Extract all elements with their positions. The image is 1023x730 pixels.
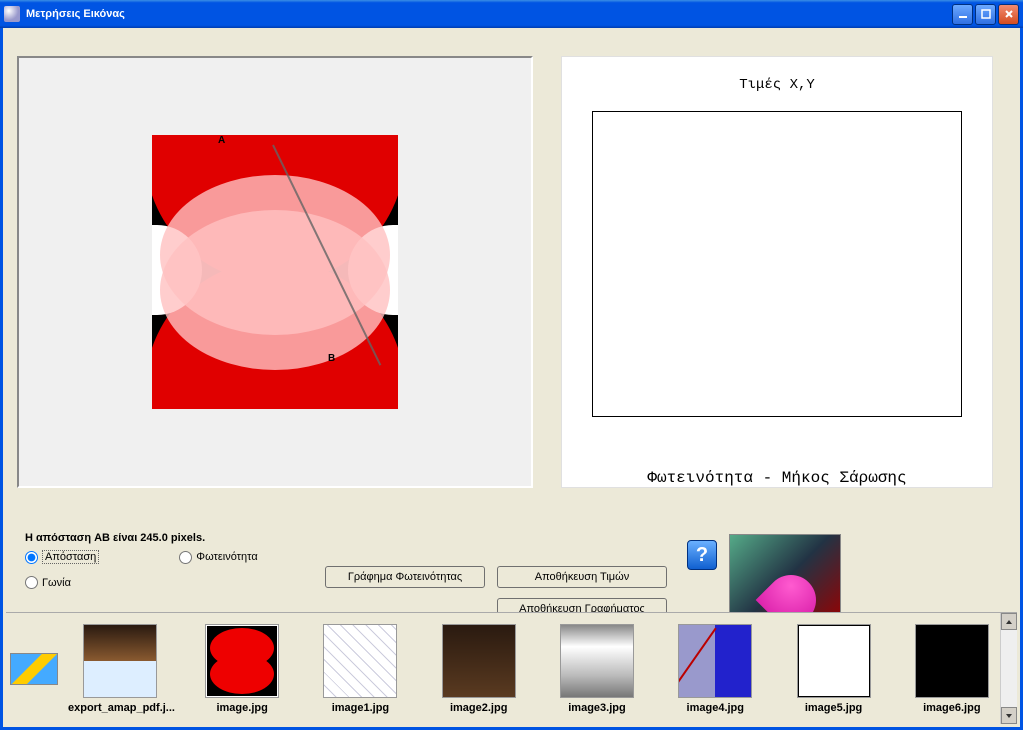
point-a-label: A (218, 135, 225, 146)
thumbnail[interactable]: image4.jpg (667, 624, 763, 714)
chart-title: Τιμές X,Y (739, 77, 815, 93)
chevron-up-icon (1005, 618, 1013, 626)
thumbnail[interactable]: image2.jpg (431, 624, 527, 714)
minimize-button[interactable] (952, 4, 973, 25)
radio-brightness-label: Φωτεινότητα (196, 551, 257, 563)
maximize-button[interactable] (975, 4, 996, 25)
radio-brightness[interactable]: Φωτεινότητα (179, 550, 257, 564)
maximize-icon (981, 9, 991, 19)
thumbnail-label: image.jpg (194, 702, 290, 714)
measurement-mode-group: Απόσταση Φωτεινότητα Γωνία (25, 550, 325, 589)
help-button[interactable]: ? (687, 540, 717, 570)
status-text: Η απόσταση AB είναι 245.0 pixels. (25, 532, 1006, 544)
title-bar: Μετρήσεις Εικόνας (0, 0, 1023, 28)
thumbnail-strip: export_amap_pdf.j... image.jpg image1.jp… (6, 612, 1017, 724)
current-image[interactable]: A B (152, 135, 398, 409)
thumbnail-label: image6.jpg (904, 702, 1000, 714)
close-button[interactable] (998, 4, 1019, 25)
thumbnail[interactable]: image5.jpg (785, 624, 881, 714)
save-values-button[interactable]: Αποθήκευση Τιμών (497, 566, 667, 588)
thumbnail-row: export_amap_pdf.j... image.jpg image1.jp… (62, 624, 1000, 714)
controls-area: Η απόσταση AB είναι 245.0 pixels. Απόστα… (17, 526, 1006, 622)
radio-angle-input[interactable] (25, 576, 38, 589)
radio-distance[interactable]: Απόσταση (25, 550, 99, 564)
thumbnail-label: image4.jpg (667, 702, 763, 714)
app-body: A B Τιμές X,Y Φωτεινότητα - Μήκος Σάρωση… (0, 28, 1023, 730)
help-icon: ? (696, 544, 708, 567)
scroll-down-button[interactable] (1001, 707, 1017, 724)
thumbnail[interactable]: export_amap_pdf.j... (68, 624, 172, 714)
edit-icon[interactable] (10, 653, 58, 685)
radio-brightness-input[interactable] (179, 551, 192, 564)
chart-area (592, 111, 962, 417)
thumbnail-label: image3.jpg (549, 702, 645, 714)
java-icon (4, 6, 20, 22)
minimize-icon (958, 9, 968, 19)
radio-angle[interactable]: Γωνία (25, 576, 71, 589)
radio-distance-input[interactable] (25, 551, 38, 564)
thumbnail-label: image2.jpg (431, 702, 527, 714)
scroll-track[interactable] (1001, 630, 1017, 707)
thumbnail-label: export_amap_pdf.j... (68, 702, 172, 714)
thumbnail-label: image5.jpg (785, 702, 881, 714)
upper-panels: A B Τιμές X,Y Φωτεινότητα - Μήκος Σάρωση… (17, 56, 993, 488)
window-title: Μετρήσεις Εικόνας (26, 8, 950, 20)
close-icon (1004, 9, 1014, 19)
thumbnail-scrollbar[interactable] (1000, 613, 1017, 724)
thumbnail-label: image1.jpg (312, 702, 408, 714)
chart-panel: Τιμές X,Y Φωτεινότητα - Μήκος Σάρωσης (561, 56, 993, 488)
thumbnail[interactable]: image1.jpg (312, 624, 408, 714)
chevron-down-icon (1005, 712, 1013, 720)
chart-xlabel: Φωτεινότητα - Μήκος Σάρωσης (647, 469, 906, 487)
scroll-up-button[interactable] (1001, 613, 1017, 630)
point-b-label: B (328, 353, 335, 364)
image-panel[interactable]: A B (17, 56, 533, 488)
thumbnail[interactable]: image3.jpg (549, 624, 645, 714)
radio-angle-label: Γωνία (42, 577, 71, 589)
thumbnail[interactable]: image6.jpg (904, 624, 1000, 714)
radio-distance-label: Απόσταση (42, 550, 99, 564)
thumbnail[interactable]: image.jpg (194, 624, 290, 714)
brightness-graph-button[interactable]: Γράφημα Φωτεινότητας (325, 566, 485, 588)
